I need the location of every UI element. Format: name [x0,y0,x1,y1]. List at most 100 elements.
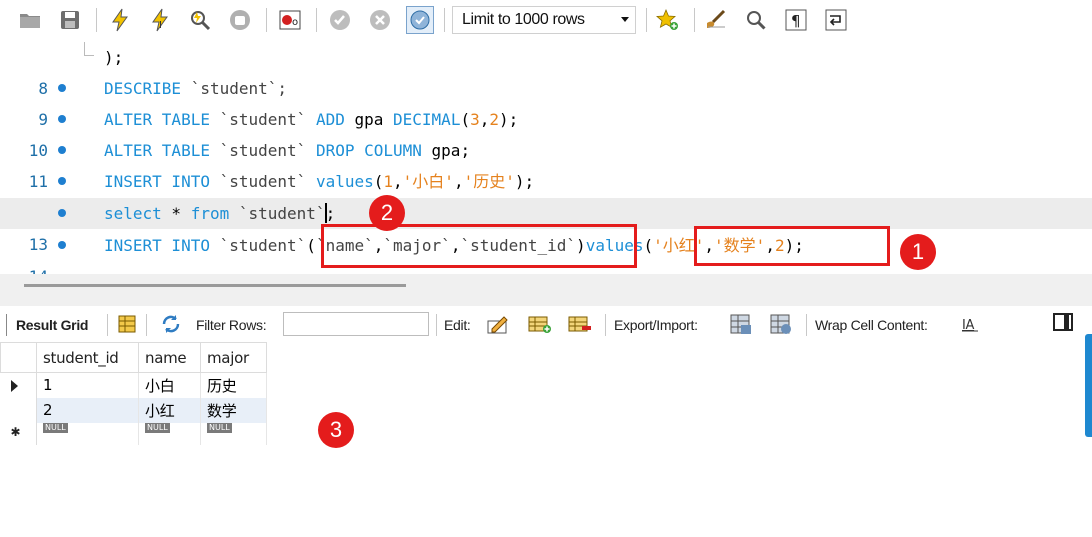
edit-row-icon[interactable] [485,312,511,336]
svg-text:¶: ¶ [791,12,801,30]
result-toolbar: Result Grid Filter Rows: Edit: Export/Im… [0,306,1092,342]
row-header[interactable]: ✱ [0,422,37,445]
svg-text:I: I [159,20,162,31]
number-literal: 1 [383,172,394,191]
table-row[interactable]: 1 小白 历史 [0,372,267,398]
add-snippet-star-icon[interactable] [654,6,682,34]
edit-label: Edit: [444,317,471,333]
autocommit-icon[interactable] [406,6,434,34]
scrollbar-thumb[interactable] [24,284,406,287]
column-header[interactable]: student_id [36,342,139,373]
punct: ( [373,172,384,191]
limit-rows-label: Limit to 1000 rows [462,11,585,28]
annotation-badge-1: 1 [900,234,936,270]
table-cell[interactable]: 小红 [138,397,201,423]
sql-keyword: INSERT INTO [104,172,210,191]
sql-keyword: ALTER TABLE [104,141,210,160]
null-badge: NULL [43,422,68,433]
row-header[interactable] [0,397,37,423]
wrap-icon[interactable] [822,6,850,34]
row-header[interactable] [0,372,37,398]
punct: ); [514,172,535,191]
sql-keyword: ADD [315,110,345,129]
statement-marker-icon [58,209,66,217]
statement-marker-icon [58,177,66,185]
find-icon[interactable] [742,6,770,34]
table-cell[interactable]: 历史 [200,372,267,398]
punct: , [453,172,464,191]
column-header[interactable]: major [200,342,267,373]
punct: , [479,110,490,129]
statement-marker-icon [58,115,66,123]
export-import-label: Export/Import: [614,317,698,333]
column-list-highlight [321,224,637,268]
toggle-error-icon[interactable]: o [276,6,304,34]
sql-keyword: DESCRIBE [104,79,182,98]
identifier: `student` [209,172,316,191]
sql-editor-toolbar: I o Limit to 1000 rows ¶ [0,0,1092,42]
punct: * [161,204,191,223]
punct: ; [325,204,336,223]
sql-keyword: DROP COLUMN [315,141,422,160]
form-editor-icon[interactable] [114,312,140,336]
result-grid-tab[interactable]: Result Grid [16,317,88,333]
number-literal: 3 [470,110,480,129]
rollback-icon[interactable] [366,6,394,34]
vertical-scrollbar[interactable] [1085,334,1092,437]
import-icon[interactable] [768,312,794,336]
table-row[interactable]: 2 小红 数学 [0,397,267,423]
open-folder-icon[interactable] [16,6,44,34]
row-header-corner [0,342,37,373]
identifier: `student` [229,204,326,223]
commit-icon[interactable] [326,6,354,34]
table-cell[interactable]: 1 [36,372,139,398]
save-icon[interactable] [56,6,84,34]
beautify-icon[interactable] [702,6,730,34]
statement-marker-icon [58,241,66,249]
sql-keyword: DECIMAL [393,110,461,129]
execute-current-icon[interactable]: I [146,6,174,34]
table-cell[interactable]: NULL [36,422,139,445]
sql-keyword: from [190,204,230,223]
identifier: `student` [209,141,316,160]
punct: ( [460,110,471,129]
export-icon[interactable] [728,312,754,336]
toggle-side-panel-icon[interactable] [1053,313,1073,331]
editor-horizontal-scrollbar[interactable] [0,274,1092,306]
annotation-badge-2: 2 [369,195,405,231]
explain-icon[interactable] [186,6,214,34]
annotation-badge-3: 3 [318,412,354,448]
insert-row-icon[interactable] [527,312,553,336]
execute-icon[interactable] [106,6,134,34]
sql-keyword: ALTER TABLE [104,110,210,129]
table-cell[interactable]: NULL [138,422,201,445]
filter-rows-label: Filter Rows: [196,317,267,333]
sql-editor[interactable]: 8 ); 9 DESCRIBE `student`; 10 ALTER TABL… [0,42,1092,286]
wrap-cell-toggle-icon[interactable]: IA [957,312,983,336]
code-line-9: 9 DESCRIBE `student`; [0,73,1092,129]
stop-icon[interactable] [226,6,254,34]
table-cell[interactable]: 2 [36,397,139,423]
table-cell[interactable]: 小白 [138,372,201,398]
limit-rows-select[interactable]: Limit to 1000 rows [452,6,636,34]
table-cell[interactable]: 数学 [200,397,267,423]
values-highlight [694,226,890,266]
delete-row-icon[interactable] [567,312,593,336]
number-literal: 2 [489,110,500,129]
invisible-chars-icon[interactable]: ¶ [782,6,810,34]
code-line-10: 10 ALTER TABLE `student` ADD gpa DECIMAL… [0,104,1092,160]
punct: ( [306,236,316,255]
column-header[interactable]: name [138,342,201,373]
sql-keyword: values [315,172,374,191]
refresh-icon[interactable] [158,312,184,336]
null-badge: NULL [207,422,232,433]
svg-text:o: o [292,17,298,28]
code-line-8: 8 ); [0,42,1092,98]
code-text: `student`; [181,79,288,98]
wrap-cell-content-label: Wrap Cell Content: [815,317,928,333]
new-row[interactable]: ✱ NULL NULL NULL [0,422,267,445]
code-text: gpa; [421,141,471,160]
string-literal: '小白' [402,172,454,191]
filter-rows-input[interactable] [283,312,429,336]
table-cell[interactable]: NULL [200,422,267,445]
